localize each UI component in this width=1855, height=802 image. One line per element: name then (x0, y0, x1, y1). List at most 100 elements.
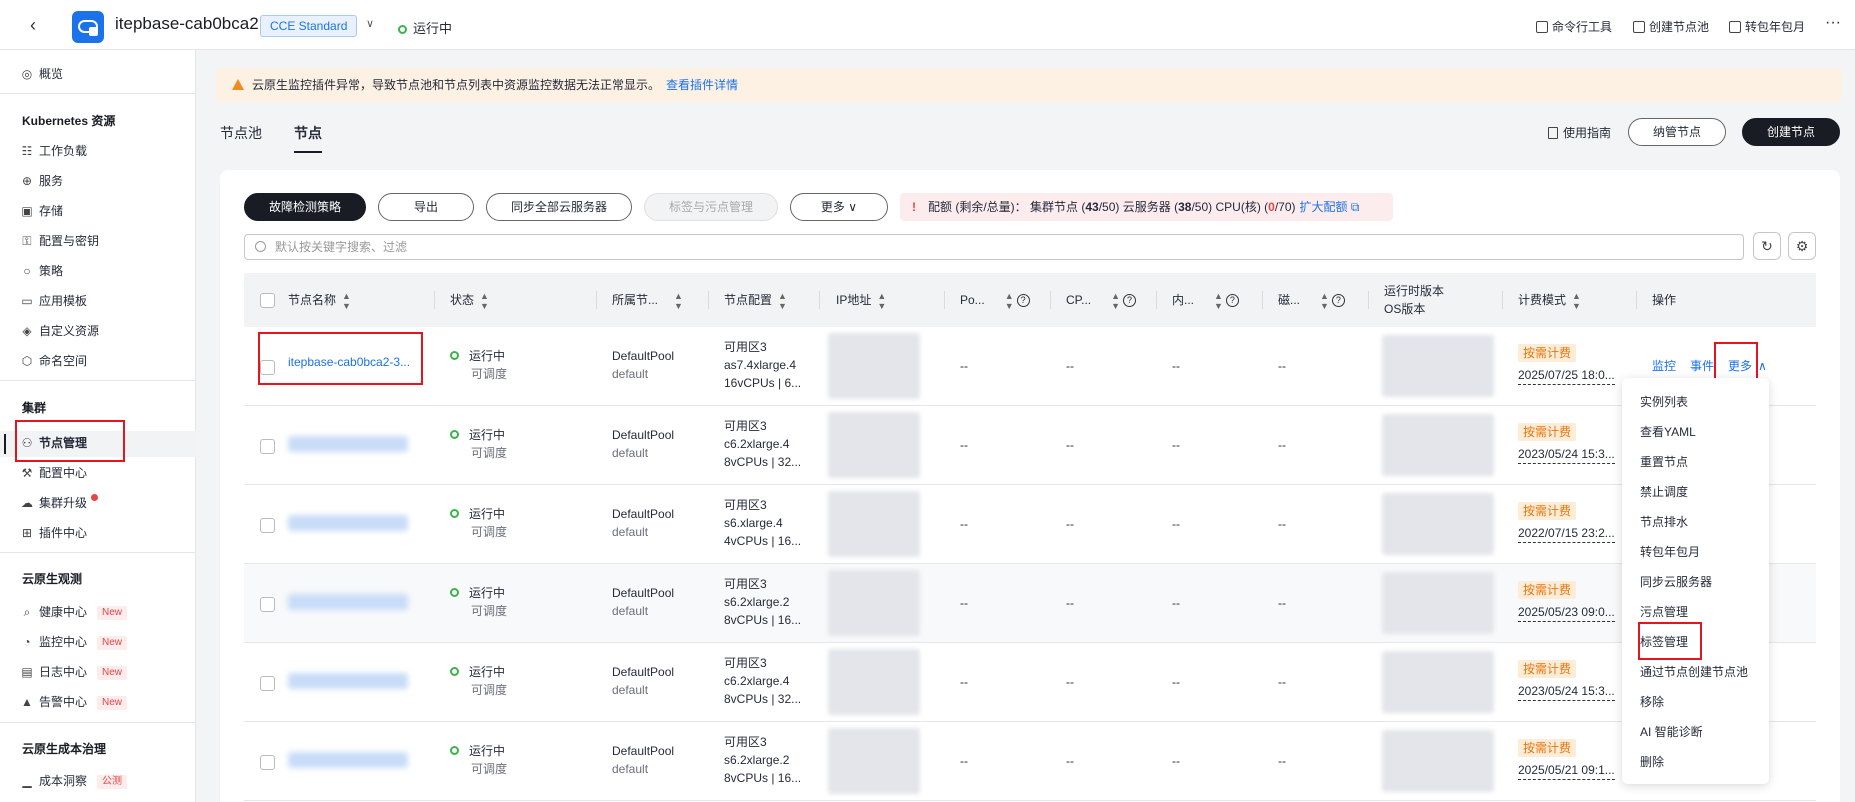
node-name-link[interactable] (288, 594, 408, 610)
health-icon: ⌕ (23, 605, 31, 619)
row-checkbox[interactable] (260, 518, 275, 533)
sort-icon: ▲ ▼ (1111, 290, 1121, 311)
sidebar-item-namespace[interactable]: ⬡ 命名空间 (20, 350, 87, 372)
cube-icon: ⬡ (21, 354, 33, 368)
select-all-checkbox[interactable] (260, 293, 275, 308)
cpu-usage: -- (1066, 596, 1074, 610)
sync-servers-button[interactable]: 同步全部云服务器 (486, 193, 632, 221)
table-row[interactable]: 运行中 可调度 DefaultPool default 可用区3 s6.2xlarge.2… (244, 564, 1816, 643)
sidebar-item-service[interactable]: ⊕ 服务 (20, 170, 63, 192)
menu-item[interactable]: 删除 (1640, 753, 1664, 770)
cluster-logo-icon (72, 11, 104, 43)
cli-tool-button[interactable]: 命令行工具 (1536, 18, 1612, 35)
plugin-detail-link[interactable]: 查看插件详情 (666, 78, 738, 92)
menu-item[interactable]: 同步云服务器 (1640, 573, 1712, 590)
col-billing[interactable]: 计费模式 ▲ ▼ (1518, 273, 1581, 327)
convert-monthly-button[interactable]: 转包年包月 (1729, 18, 1805, 35)
sidebar-item-alarm[interactable]: ▲ 告警中心 New (20, 691, 128, 713)
memory-usage: -- (1172, 675, 1180, 689)
disk-usage: -- (1278, 675, 1286, 689)
sidebar-item-overview[interactable]: ◎ 概览 (20, 63, 63, 85)
col-status[interactable]: 状态 ▲ ▼ (450, 273, 489, 327)
row-checkbox[interactable] (260, 755, 275, 770)
menu-item[interactable]: 节点排水 (1640, 513, 1688, 530)
menu-item[interactable]: 查看YAML (1640, 423, 1696, 440)
col-cpu[interactable]: CP... ▲ ▼? (1066, 273, 1137, 327)
sidebar-item-policy[interactable]: ○ 策略 (20, 260, 63, 282)
col-disk[interactable]: 磁... ▲ ▼? (1278, 273, 1345, 327)
sidebar-item-config-center[interactable]: ⚒ 配置中心 (20, 462, 87, 484)
menu-item[interactable]: 转包年包月 (1640, 543, 1700, 560)
chevron-down-icon[interactable]: ∨ (366, 17, 374, 30)
gear-icon[interactable]: ⚙ (1788, 232, 1816, 260)
sidebar-item-health[interactable]: ⌕ 健康中心 New (20, 601, 128, 623)
manage-node-button[interactable]: 纳管节点 (1628, 118, 1726, 146)
node-name-link[interactable] (288, 673, 408, 689)
export-button[interactable]: 导出 (378, 193, 474, 221)
monitor-link[interactable]: 监控 (1652, 359, 1676, 373)
col-pool[interactable]: 所属节... ▲ ▼ (612, 273, 683, 327)
sidebar-item-storage[interactable]: ▣ 存储 (20, 200, 63, 222)
table-row[interactable]: 运行中 可调度 DefaultPool default 可用区3 c6.2xlarge.4… (244, 406, 1816, 485)
node-name-link[interactable] (288, 515, 408, 531)
more-icon[interactable]: ··· (1825, 14, 1841, 32)
sort-icon: ▲ ▼ (1214, 290, 1223, 311)
table-row[interactable]: itepbase-cab0bca2-3... 运行中 可调度 DefaultPool d… (244, 327, 1816, 406)
billing-mode: 按需计费 2025/05/23 09:0... (1518, 581, 1615, 622)
sidebar-item-workload[interactable]: ☷ 工作负载 (20, 140, 87, 162)
events-link[interactable]: 事件 (1690, 359, 1714, 373)
col-pod[interactable]: Po... ▲ ▼? (960, 273, 1030, 327)
memory-usage: -- (1172, 517, 1180, 531)
expand-quota-link[interactable]: 扩大配额 ⧉ (1300, 200, 1360, 214)
table-row[interactable]: 运行中 可调度 DefaultPool default 可用区3 s6.xlarge.4 4… (244, 485, 1816, 564)
menu-item[interactable]: 重置节点 (1640, 453, 1688, 470)
guide-link[interactable]: 使用指南 (1548, 124, 1611, 141)
refresh-icon[interactable]: ↻ (1753, 232, 1781, 260)
sort-icon: ▲ ▼ (674, 290, 683, 311)
runtime-redacted (1382, 651, 1494, 713)
row-checkbox[interactable] (260, 676, 275, 691)
sidebar-item-plugin-center[interactable]: ⊞ 插件中心 (20, 522, 87, 544)
row-checkbox[interactable] (260, 439, 275, 454)
sidebar-item-app-template[interactable]: ▭ 应用模板 (20, 290, 87, 312)
col-ip[interactable]: IP地址 ▲ ▼ (836, 273, 886, 327)
sort-icon: ▲ ▼ (1004, 290, 1014, 311)
menu-item[interactable]: 实例列表 (1640, 393, 1688, 410)
tab-node[interactable]: 节点 (294, 123, 322, 143)
node-name-link[interactable] (288, 752, 408, 768)
create-node-button[interactable]: 创建节点 (1742, 118, 1840, 146)
disk-usage: -- (1278, 438, 1286, 452)
label-taint-button[interactable]: 标签与污点管理 (644, 193, 778, 221)
warning-icon (232, 79, 244, 90)
menu-item[interactable]: 污点管理 (1640, 603, 1688, 620)
memory-usage: -- (1172, 438, 1180, 452)
sidebar-item-monitor[interactable]: ◔ 监控中心 New (20, 631, 128, 653)
chevron-left-icon[interactable]: ‹ (30, 15, 50, 35)
more-dropdown-button[interactable]: 更多 ∨ (790, 193, 888, 221)
runtime-redacted (1382, 414, 1494, 476)
menu-item[interactable]: 禁止调度 (1640, 483, 1688, 500)
col-memory[interactable]: 内... ▲ ▼? (1172, 273, 1239, 327)
sort-icon: ▲ ▼ (877, 290, 887, 311)
sidebar-item-cost-insight[interactable]: ▁ 成本洞察 公测 (20, 770, 128, 792)
help-icon: ? (1331, 294, 1345, 308)
col-config[interactable]: 节点配置 ▲ ▼ (724, 273, 787, 327)
sidebar-item-custom-resource[interactable]: ◈ 自定义资源 (20, 320, 99, 342)
search-input[interactable]: 默认按关键字搜索、过滤 (244, 234, 1744, 260)
node-name-link[interactable] (288, 436, 408, 452)
create-nodepool-button[interactable]: 创建节点池 (1633, 18, 1709, 35)
sidebar-item-log[interactable]: ▤ 日志中心 New (20, 661, 128, 683)
table-row[interactable]: 运行中 可调度 DefaultPool default 可用区3 s6.2xlarge.2… (244, 722, 1816, 801)
col-name[interactable]: 节点名称 ▲ ▼ (288, 273, 351, 327)
menu-item[interactable]: AI 智能诊断 (1640, 723, 1703, 740)
ip-redacted (828, 649, 920, 715)
template-icon: ▭ (21, 294, 33, 308)
menu-item[interactable]: 移除 (1640, 693, 1664, 710)
fault-policy-button[interactable]: 故障检测策略 (244, 193, 366, 221)
row-checkbox[interactable] (260, 597, 275, 612)
table-row[interactable]: 运行中 可调度 DefaultPool default 可用区3 c6.2xlarge.4… (244, 643, 1816, 722)
sidebar-item-cluster-upgrade[interactable]: ☁ 集群升级 (20, 492, 99, 514)
sidebar-item-config-secret[interactable]: ⚿ 配置与密钥 (20, 230, 99, 252)
menu-item[interactable]: 通过节点创建节点池 (1640, 663, 1748, 680)
tab-nodepool[interactable]: 节点池 (220, 123, 262, 143)
